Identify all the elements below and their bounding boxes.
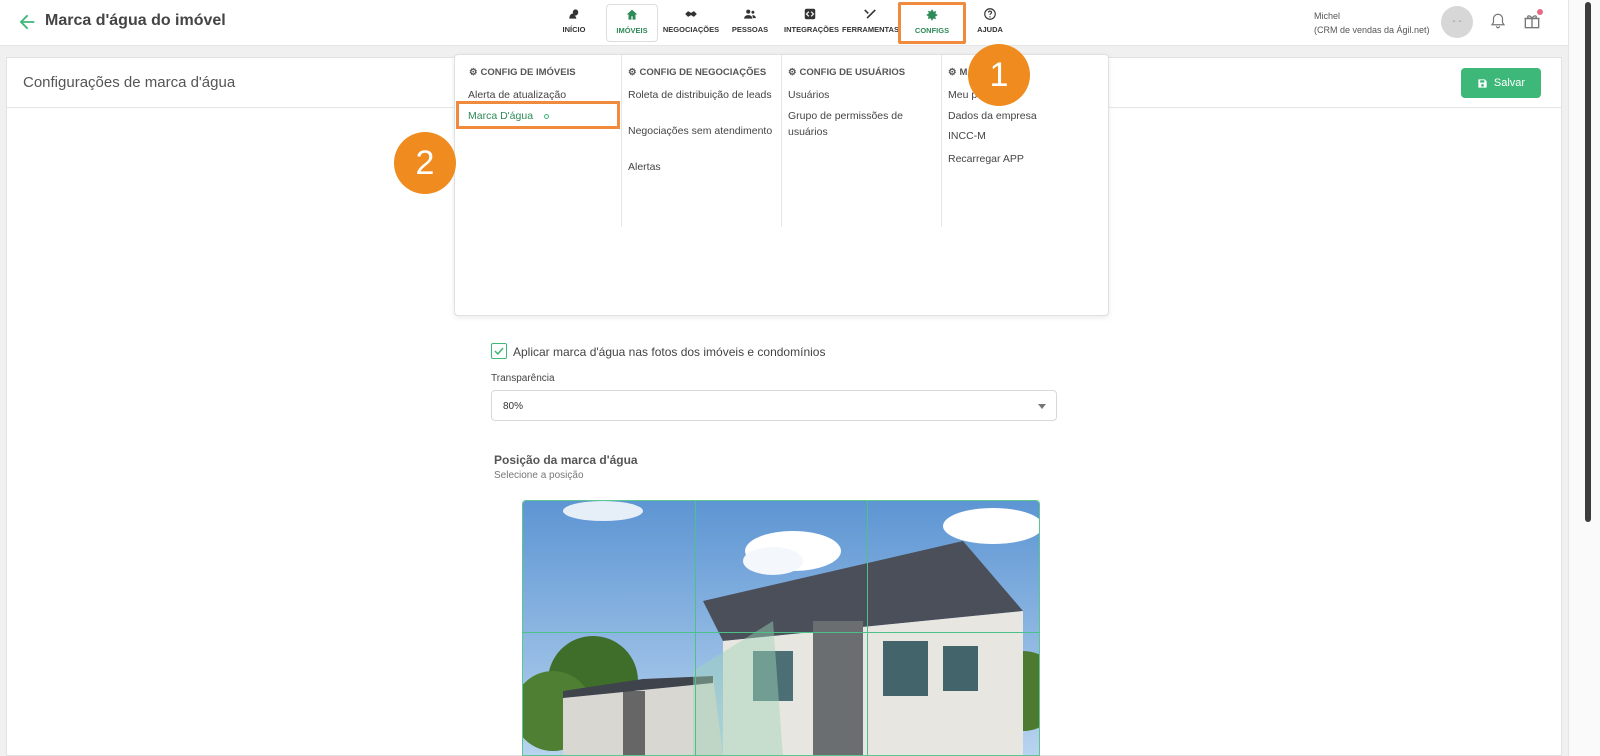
nav-label: INTEGRAÇÕES: [784, 25, 840, 34]
back-arrow-icon[interactable]: [16, 11, 38, 33]
nav-label: INÍCIO: [562, 25, 586, 34]
column-divider: [621, 55, 622, 227]
gear-icon: ⚙: [948, 67, 957, 78]
gear-icon: ⚙: [628, 67, 637, 78]
nav-imoveis[interactable]: IMÓVEIS: [606, 4, 658, 42]
save-label: Salvar: [1493, 77, 1526, 89]
help-icon: [984, 8, 996, 20]
position-cell-top-right[interactable]: [867, 501, 1039, 632]
bell-icon[interactable]: [1489, 12, 1507, 30]
menu-item-dados-empresa[interactable]: Dados da empresa: [948, 108, 1098, 124]
home-icon: [626, 9, 638, 20]
nav-label: NEGOCIAÇÕES: [662, 25, 720, 34]
scrollbar-track[interactable]: [1568, 0, 1600, 756]
gear-icon: ⚙: [788, 67, 797, 78]
position-cell-middle-center[interactable]: [695, 632, 867, 755]
transparency-select[interactable]: 80%: [491, 390, 1057, 421]
watermark-position-picker: [522, 500, 1040, 756]
save-button[interactable]: Salvar: [1461, 68, 1541, 98]
menu-item-roleta-leads[interactable]: Roleta de distribuição de leads: [628, 87, 776, 103]
nav-label: CONFIGS: [914, 26, 950, 35]
transparency-label: Transparência: [491, 373, 555, 384]
menu-item-alertas[interactable]: Alertas: [628, 159, 776, 175]
nav-ferramentas[interactable]: FERRAMENTAS: [842, 4, 899, 42]
transparency-value: 80%: [503, 401, 524, 412]
nav-ajuda[interactable]: AJUDA: [974, 4, 1006, 42]
position-cell-middle-right[interactable]: [867, 632, 1039, 755]
check-icon: [494, 347, 504, 356]
position-title: Posição da marca d'água: [494, 453, 638, 467]
position-cell-top-center[interactable]: [695, 501, 867, 632]
top-bar: Marca d'água do imóvel INÍCIO IMÓVEIS NE…: [0, 0, 1568, 46]
tools-icon: [864, 9, 876, 19]
caret-down-icon: [1038, 404, 1046, 409]
notification-dot: [1537, 9, 1543, 15]
avatar[interactable]: - -: [1441, 6, 1473, 38]
user-name: Michel: [1314, 11, 1341, 21]
apply-watermark-checkbox[interactable]: [491, 343, 507, 359]
squirrel-icon: [569, 9, 579, 19]
nav-label: PESSOAS: [731, 25, 769, 34]
page-title: Marca d'água do imóvel: [45, 12, 226, 29]
nav-negociacoes[interactable]: NEGOCIAÇÕES: [662, 4, 720, 42]
user-org: (CRM de vendas da Ágil.net): [1314, 25, 1430, 35]
user-info: Michel (CRM de vendas da Ágil.net): [1314, 9, 1430, 37]
nav-label: AJUDA: [977, 25, 1003, 34]
nav-configs[interactable]: CONFIGS: [898, 2, 966, 44]
nav-integracoes[interactable]: INTEGRAÇÕES: [784, 4, 840, 42]
step-badge-1: 1: [968, 44, 1030, 106]
menu-item-grupo-permissoes[interactable]: Grupo de permissões de usuários: [788, 108, 936, 140]
scrollbar-thumb[interactable]: [1585, 2, 1591, 522]
nav-inicio[interactable]: INÍCIO: [556, 4, 592, 42]
menu-item-usuarios[interactable]: Usuários: [788, 87, 936, 103]
people-icon: [744, 9, 756, 19]
nav-label: IMÓVEIS: [616, 26, 648, 35]
step-badge-2: 2: [394, 132, 456, 194]
column-divider: [941, 55, 942, 227]
menu-item-incc-m[interactable]: INCC-M: [948, 128, 1098, 144]
menu-heading-usuarios: ⚙ CONFIG DE USUÁRIOS: [788, 67, 906, 78]
column-divider: [781, 55, 782, 227]
menu-item-negociacoes-sem-atendimento[interactable]: Negociações sem atendimento: [628, 123, 776, 139]
highlight-box-marca-dagua: [456, 101, 620, 129]
nav-pessoas[interactable]: PESSOAS: [728, 4, 772, 42]
menu-item-recarregar-app[interactable]: Recarregar APP: [948, 151, 1098, 167]
apply-watermark-label[interactable]: Aplicar marca d'água nas fotos dos imóve…: [513, 345, 825, 359]
position-cell-top-left[interactable]: [523, 501, 695, 632]
card-title: Configurações de marca d'água: [23, 74, 236, 91]
position-subtitle: Selecione a posição: [494, 470, 584, 481]
nav-label: FERRAMENTAS: [842, 25, 899, 34]
menu-heading-imoveis: ⚙ CONFIG DE IMÓVEIS: [469, 67, 576, 78]
menu-heading-negociacoes: ⚙ CONFIG DE NEGOCIAÇÕES: [628, 67, 767, 78]
gear-icon: [926, 9, 938, 21]
position-cell-middle-left[interactable]: [523, 632, 695, 755]
floppy-icon: [1478, 78, 1487, 88]
code-icon: [804, 8, 816, 20]
gear-icon: ⚙: [469, 67, 478, 78]
handshake-icon: [685, 11, 697, 17]
